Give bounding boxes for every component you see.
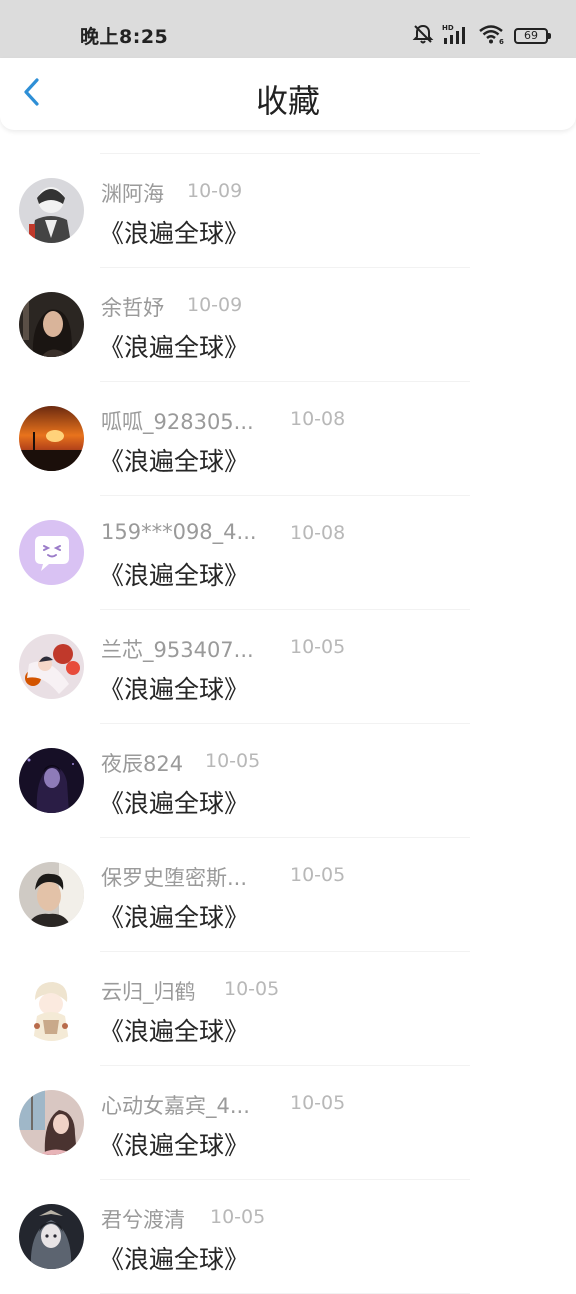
list-item[interactable]: 呱呱_928305... 10-08 《浪遍全球》	[0, 382, 576, 496]
item-title: 《浪遍全球》	[99, 1131, 250, 1160]
status-time: 晚上8:25	[80, 26, 169, 48]
date-label: 10-08	[290, 408, 346, 430]
item-title: 《浪遍全球》	[99, 1017, 250, 1046]
item-title: 《浪遍全球》	[99, 789, 250, 818]
man-portrait-avatar[interactable]	[19, 862, 84, 927]
user-name: 保罗史堕密斯...	[101, 866, 248, 890]
svg-text:6: 6	[499, 38, 504, 45]
date-label: 10-05	[205, 750, 261, 772]
list-item[interactable]: 心动女嘉宾_4... 10-05 《浪遍全球》	[0, 1066, 576, 1180]
user-name: 159***098_4...	[101, 520, 257, 544]
hd-signal-icon: HD	[442, 23, 470, 49]
status-icons: HD 6 69	[412, 23, 551, 49]
list-item[interactable]: 159***098_4... 10-08 《浪遍全球》	[0, 496, 576, 610]
item-title: 《浪遍全球》	[99, 219, 250, 248]
gothic-girl-avatar[interactable]	[19, 1204, 84, 1269]
dark-purple-avatar[interactable]	[19, 748, 84, 813]
anime-chibi-avatar[interactable]	[19, 976, 84, 1041]
favorites-list: 渊阿海 10-09 《浪遍全球》 余哲妤 10-09 《浪遍全球》 呱呱_928…	[0, 153, 576, 1294]
item-title: 《浪遍全球》	[99, 333, 250, 362]
status-bar: 晚上8:25 HD 6 69	[0, 0, 576, 58]
date-label: 10-05	[224, 978, 280, 1000]
date-label: 10-08	[290, 522, 346, 544]
anime-boy-avatar[interactable]	[19, 178, 84, 243]
svg-text:HD: HD	[442, 24, 454, 32]
user-name: 云归_归鹤	[101, 980, 196, 1004]
date-label: 10-09	[187, 294, 243, 316]
user-name: 呱呱_928305...	[101, 410, 254, 434]
item-title: 《浪遍全球》	[99, 447, 250, 476]
list-item[interactable]: 保罗史堕密斯... 10-05 《浪遍全球》	[0, 838, 576, 952]
list-item[interactable]: 君兮渡清 10-05 《浪遍全球》	[0, 1180, 576, 1294]
page-title: 收藏	[255, 82, 320, 120]
header: 收藏	[0, 58, 576, 130]
battery-icon: 69	[514, 28, 551, 44]
date-label: 10-05	[290, 636, 346, 658]
woman-window-avatar[interactable]	[19, 1090, 84, 1155]
date-label: 10-09	[187, 180, 243, 202]
wifi-icon: 6	[478, 23, 506, 49]
list-item[interactable]: 渊阿海 10-09 《浪遍全球》	[0, 154, 576, 268]
user-name: 夜辰824	[101, 752, 184, 776]
date-label: 10-05	[210, 1206, 266, 1228]
item-title: 《浪遍全球》	[99, 675, 250, 704]
date-label: 10-05	[290, 1092, 346, 1114]
list-item[interactable]: 余哲妤 10-09 《浪遍全球》	[0, 268, 576, 382]
user-name: 兰芯_953407...	[101, 638, 254, 662]
item-title: 《浪遍全球》	[99, 561, 250, 590]
portrait-woman-avatar[interactable]	[19, 292, 84, 357]
list-item[interactable]: 云归_归鹤 10-05 《浪遍全球》	[0, 952, 576, 1066]
mute-bell-icon	[412, 23, 434, 49]
list-item[interactable]: 兰芯_953407... 10-05 《浪遍全球》	[0, 610, 576, 724]
user-name: 君兮渡清	[101, 1208, 185, 1232]
sunset-fire-avatar[interactable]	[19, 406, 84, 471]
user-name: 余哲妤	[101, 296, 164, 320]
item-title: 《浪遍全球》	[99, 1245, 250, 1274]
date-label: 10-05	[290, 864, 346, 886]
item-title: 《浪遍全球》	[99, 903, 250, 932]
anime-girl-flowers-avatar[interactable]	[19, 634, 84, 699]
default-chat-bubble-avatar[interactable]	[19, 520, 84, 585]
user-name: 心动女嘉宾_4...	[101, 1094, 250, 1118]
list-item[interactable]: 夜辰824 10-05 《浪遍全球》	[0, 724, 576, 838]
user-name: 渊阿海	[101, 182, 164, 206]
